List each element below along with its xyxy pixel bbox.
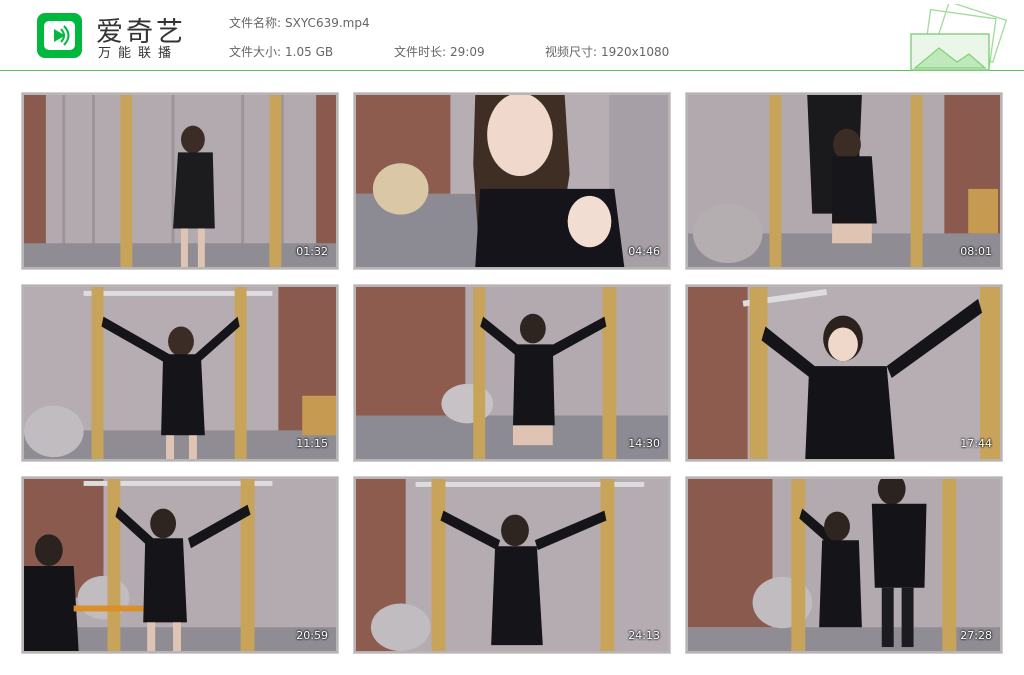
file-size-label: 文件大小:: [229, 45, 282, 59]
file-resolution-label: 视频尺寸:: [545, 45, 598, 59]
thumbnail-timestamp: 04:46: [628, 245, 660, 258]
file-duration-value: 29:09: [450, 45, 485, 59]
thumbnail-2[interactable]: 04:46: [353, 92, 671, 270]
file-name-value: SXYC639.mp4: [285, 16, 370, 30]
thumbnail-timestamp: 08:01: [960, 245, 992, 258]
thumbnail-8[interactable]: 24:13: [353, 476, 671, 654]
thumbnail-5[interactable]: 14:30: [353, 284, 671, 462]
thumbnail-3[interactable]: 08:01: [685, 92, 1003, 270]
thumbnail-timestamp: 14:30: [628, 437, 660, 450]
file-resolution-value: 1920x1080: [601, 45, 670, 59]
header: 爱奇艺 万能联播 文件名称: SXYC639.mp4 文件大小: 1.05 GB 文…: [0, 0, 1024, 71]
thumbnail-timestamp: 20:59: [296, 629, 328, 642]
file-duration-info: 文件时长: 29:09: [394, 43, 485, 60]
thumbnail-timestamp: 01:32: [296, 245, 328, 258]
thumbnail-timestamp: 17:44: [960, 437, 992, 450]
file-name-label: 文件名称:: [229, 16, 282, 30]
thumbnail-timestamp: 24:13: [628, 629, 660, 642]
file-size-value: 1.05 GB: [285, 45, 334, 59]
thumbnail-9[interactable]: 27:28: [685, 476, 1003, 654]
thumbnail-4[interactable]: 11:15: [21, 284, 339, 462]
file-size-info: 文件大小: 1.05 GB: [229, 43, 333, 60]
iqiyi-logo-icon: [37, 13, 82, 58]
brand-tagline: 万能联播: [98, 46, 179, 61]
thumbnail-timestamp: 27:28: [960, 629, 992, 642]
thumbnail-timestamp: 11:15: [296, 437, 328, 450]
photo-stack-icon: [910, 4, 1008, 71]
file-duration-label: 文件时长:: [394, 45, 447, 59]
thumbnail-6[interactable]: 17:44: [685, 284, 1003, 462]
file-resolution-info: 视频尺寸: 1920x1080: [545, 43, 669, 60]
thumbnail-7[interactable]: 20:59: [21, 476, 339, 654]
thumbnail-1[interactable]: 01:32: [21, 92, 339, 270]
file-name-info: 文件名称: SXYC639.mp4: [229, 14, 370, 31]
